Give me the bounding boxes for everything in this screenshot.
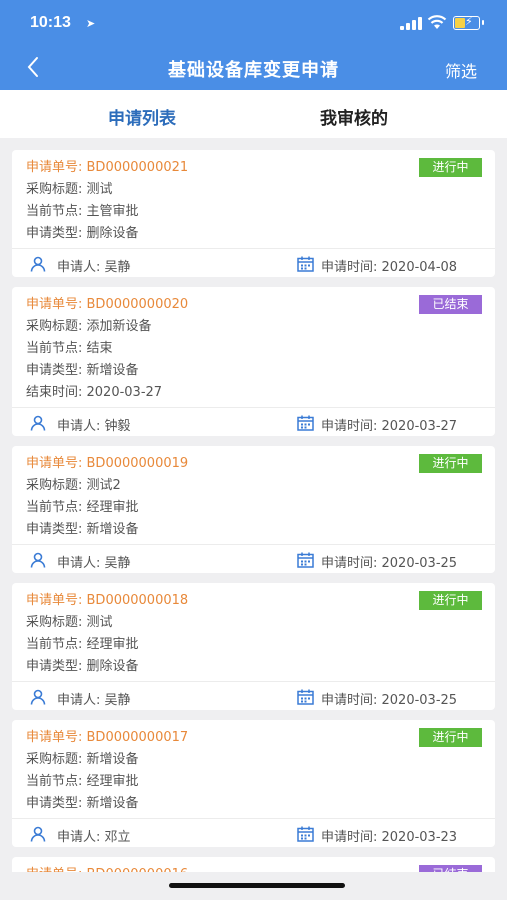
current-node: 当前节点: 经理审批 xyxy=(26,637,139,652)
cellular-signal-icon xyxy=(400,17,422,30)
end-time: 结束时间: 2020-03-27 xyxy=(26,385,163,400)
card-footer: 申请人: 邓立 申请时间: 2020-03-23 xyxy=(12,818,495,847)
tab-bar: 申请列表 我审核的 xyxy=(0,90,507,138)
applicant: 申请人: 吴静 xyxy=(57,260,131,275)
apply-time: 申请时间: 2020-03-27 xyxy=(321,419,458,434)
filter-button[interactable]: 筛选 xyxy=(445,58,477,82)
home-indicator[interactable] xyxy=(169,883,345,888)
card-footer: 申请人: 吴静 申请时间: 2020-04-08 xyxy=(12,248,495,277)
calendar-icon xyxy=(297,256,314,272)
order-number: 申请单号: BD0000000017 xyxy=(26,730,189,745)
header: 10:13 ➤ ⚡ 基础设备库变更申请 筛选 xyxy=(0,0,507,90)
location-arrow-icon: ➤ xyxy=(86,17,96,30)
applicant: 申请人: 钟毅 xyxy=(57,419,131,434)
request-card[interactable]: 申请单号: BD0000000020 采购标题: 添加新设备 当前节点: 结束 … xyxy=(12,287,495,436)
request-type: 申请类型: 新增设备 xyxy=(26,522,139,537)
purchase-title: 采购标题: 测试 xyxy=(26,615,113,630)
person-icon xyxy=(30,415,46,431)
person-icon xyxy=(30,826,46,842)
purchase-title: 采购标题: 新增设备 xyxy=(26,752,139,767)
calendar-icon xyxy=(297,826,314,842)
purchase-title: 采购标题: 测试 xyxy=(26,182,113,197)
tab-my-reviews[interactable]: 我审核的 xyxy=(320,104,388,129)
request-type: 申请类型: 删除设备 xyxy=(26,659,139,674)
card-footer: 申请人: 钟毅 申请时间: 2020-03-27 xyxy=(12,407,495,436)
request-card[interactable]: 申请单号: BD0000000021 采购标题: 测试 当前节点: 主管审批 申… xyxy=(12,150,495,277)
request-card[interactable]: 申请单号: BD0000000017 采购标题: 新增设备 当前节点: 经理审批… xyxy=(12,720,495,847)
purchase-title: 采购标题: 添加新设备 xyxy=(26,319,152,334)
request-card[interactable]: 申请单号: BD0000000018 采购标题: 测试 当前节点: 经理审批 申… xyxy=(12,583,495,710)
applicant: 申请人: 吴静 xyxy=(57,556,131,571)
person-icon xyxy=(30,552,46,568)
request-type: 申请类型: 新增设备 xyxy=(26,363,139,378)
status-bar: 10:13 ➤ ⚡ xyxy=(0,0,507,46)
status-badge: 进行中 xyxy=(419,728,482,747)
applicant: 申请人: 邓立 xyxy=(57,830,131,845)
calendar-icon xyxy=(297,689,314,705)
request-card[interactable]: 申请单号: BD0000000019 采购标题: 测试2 当前节点: 经理审批 … xyxy=(12,446,495,573)
apply-time: 申请时间: 2020-03-23 xyxy=(321,830,458,845)
current-node: 当前节点: 结束 xyxy=(26,341,113,356)
apply-time: 申请时间: 2020-03-25 xyxy=(321,693,458,708)
tab-application-list[interactable]: 申请列表 xyxy=(108,104,176,129)
person-icon xyxy=(30,689,46,705)
calendar-icon xyxy=(297,552,314,568)
current-node: 当前节点: 主管审批 xyxy=(26,204,139,219)
applicant: 申请人: 吴静 xyxy=(57,693,131,708)
card-footer: 申请人: 吴静 申请时间: 2020-03-25 xyxy=(12,681,495,710)
status-badge: 进行中 xyxy=(419,591,482,610)
status-badge: 已结束 xyxy=(419,295,482,314)
order-number: 申请单号: BD0000000019 xyxy=(26,456,189,471)
request-type: 申请类型: 新增设备 xyxy=(26,796,139,811)
wifi-icon xyxy=(427,15,447,29)
card-footer: 申请人: 吴静 申请时间: 2020-03-25 xyxy=(12,544,495,573)
order-number: 申请单号: BD0000000021 xyxy=(26,160,189,175)
battery-charging-icon: ⚡ xyxy=(453,15,484,30)
order-number: 申请单号: BD0000000018 xyxy=(26,593,189,608)
apply-time: 申请时间: 2020-04-08 xyxy=(321,260,458,275)
current-node: 当前节点: 经理审批 xyxy=(26,774,139,789)
current-node: 当前节点: 经理审批 xyxy=(26,500,139,515)
status-badge: 进行中 xyxy=(419,158,482,177)
page-title: 基础设备库变更申请 xyxy=(168,60,339,81)
status-time: 10:13 xyxy=(30,14,71,31)
person-icon xyxy=(30,256,46,272)
order-number: 申请单号: BD0000000020 xyxy=(26,297,189,312)
nav-bar: 基础设备库变更申请 筛选 xyxy=(0,46,507,90)
request-type: 申请类型: 删除设备 xyxy=(26,226,139,241)
status-badge: 进行中 xyxy=(419,454,482,473)
purchase-title: 采购标题: 测试2 xyxy=(26,478,121,493)
apply-time: 申请时间: 2020-03-25 xyxy=(321,556,458,571)
calendar-icon xyxy=(297,415,314,431)
